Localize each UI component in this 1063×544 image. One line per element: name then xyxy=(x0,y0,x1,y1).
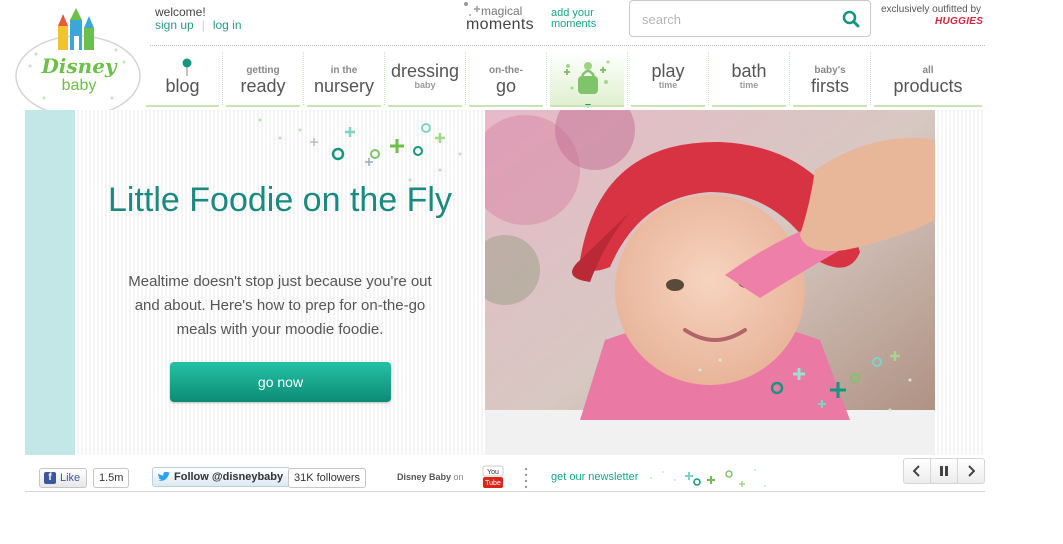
sign-up-link[interactable]: sign up xyxy=(155,18,194,32)
nav-separator xyxy=(627,52,628,105)
nav-products-small: all xyxy=(922,65,934,76)
nav-play-label: play xyxy=(651,61,685,81)
divider: | xyxy=(201,18,205,32)
nav-separator xyxy=(465,52,466,105)
like-label: Like xyxy=(60,472,81,484)
next-slide-button[interactable] xyxy=(957,459,984,483)
search-box[interactable] xyxy=(629,0,871,37)
nav-nursery-small: in the xyxy=(330,65,358,76)
youtube-icon[interactable]: You Tube xyxy=(482,465,504,489)
hero-banner: Little Foodie on the Fly Mealtime doesn'… xyxy=(25,110,985,455)
pause-slide-button[interactable] xyxy=(930,459,957,483)
log-in-link[interactable]: log in xyxy=(213,18,242,32)
prev-icon xyxy=(913,465,920,477)
twitter-bird-icon xyxy=(157,472,170,481)
nav-all-products[interactable]: all products xyxy=(874,52,982,107)
hero-description: Mealtime doesn't stop just because you'r… xyxy=(128,273,432,338)
nav-blog-label: blog xyxy=(165,76,200,96)
hero-photo[interactable] xyxy=(485,110,935,455)
nav-separator xyxy=(789,52,790,105)
nav-firsts-label: firsts xyxy=(811,76,849,96)
header-divider xyxy=(150,45,985,46)
castle-icon xyxy=(58,8,94,50)
disney-baby-logo[interactable]: Disney baby xyxy=(14,6,142,118)
next-icon xyxy=(968,465,975,477)
social-bar: f Like 1.5m Follow @disneybaby 31K follo… xyxy=(25,458,985,492)
nav-bath-tiny: time xyxy=(739,80,759,90)
nav-on-the-go[interactable]: on-the- go xyxy=(469,52,543,107)
account-links: sign up | log in xyxy=(155,18,242,32)
svg-text:Tube: Tube xyxy=(485,480,501,487)
like-count: 1.5m xyxy=(93,468,130,488)
youtube-label: Disney Baby on xyxy=(397,472,464,482)
nav-separator xyxy=(708,52,709,105)
facebook-like-button[interactable]: f Like xyxy=(39,468,88,488)
logo-baby-text: baby xyxy=(61,77,97,94)
nav-dressing-label: dressing xyxy=(390,61,460,81)
nav-play-time[interactable]: play time xyxy=(631,52,705,107)
nav-getting-ready-label: ready xyxy=(240,76,286,96)
nav-getting-ready-small: getting xyxy=(246,65,280,76)
sparkle-decoration-icon xyxy=(258,118,462,182)
youtube-on: on xyxy=(453,472,464,482)
nav-nursery-label: nursery xyxy=(313,76,375,96)
prev-slide-button[interactable] xyxy=(904,459,930,483)
nav-pin-icon xyxy=(182,58,192,76)
go-now-button[interactable]: go now xyxy=(170,362,391,402)
nav-separator xyxy=(222,52,223,105)
sparkle-decoration-icon xyxy=(650,469,766,487)
nav-blog[interactable]: blog xyxy=(146,52,219,107)
nav-products-label: products xyxy=(893,76,963,96)
add-moments-line2: moments xyxy=(551,18,597,30)
facebook-icon: f xyxy=(44,472,56,484)
hero-title: Little Foodie on the Fly xyxy=(108,181,452,219)
twitter-follow-button[interactable]: Follow @disneybaby xyxy=(152,467,291,487)
hero-side-strip xyxy=(25,110,75,455)
search-icon[interactable] xyxy=(842,10,860,28)
nav-separator xyxy=(303,52,304,105)
add-your-moments-link[interactable]: add your moments xyxy=(551,8,611,30)
nav-firsts-small: baby's xyxy=(814,65,846,76)
magical-moments-bottom[interactable]: moments xyxy=(466,16,534,34)
nav-getting-ready[interactable]: getting ready xyxy=(226,52,300,107)
nav-separator xyxy=(384,52,385,105)
diaper-bag-icon xyxy=(564,60,610,108)
nav-active-diaper-bag[interactable] xyxy=(550,52,624,108)
logo-disney-text: Disney xyxy=(41,54,117,78)
search-input[interactable] xyxy=(642,10,832,28)
nav-nursery[interactable]: in the nursery xyxy=(307,52,381,107)
nav-separator xyxy=(546,52,547,105)
welcome-text: welcome! xyxy=(155,5,206,19)
svg-text:You: You xyxy=(487,469,499,476)
nav-babys-firsts[interactable]: baby's firsts xyxy=(793,52,867,107)
nav-on-the-go-small: on-the- xyxy=(489,65,523,76)
sponsor-text: exclusively outfitted by xyxy=(881,4,982,15)
nav-bath-label: bath xyxy=(731,61,767,81)
youtube-brand: Disney Baby xyxy=(397,472,452,482)
nav-play-tiny: time xyxy=(658,80,678,90)
nav-on-the-go-label: go xyxy=(495,76,517,96)
nav-bath-time[interactable]: bath time xyxy=(712,52,786,107)
slideshow-controls xyxy=(903,458,985,484)
nav-separator xyxy=(870,52,871,105)
nav-dressing[interactable]: dressing baby xyxy=(388,52,462,107)
pause-icon xyxy=(940,466,948,476)
newsletter-link[interactable]: get our newsletter xyxy=(551,471,638,483)
sparkle-decoration-icon xyxy=(698,351,912,412)
follow-label: Follow @disneybaby xyxy=(174,471,284,483)
divider xyxy=(524,467,528,489)
main-nav: blog getting ready in the nursery dressi… xyxy=(146,52,986,108)
nav-dressing-tiny: baby xyxy=(414,80,436,90)
follower-count: 31K followers xyxy=(288,468,367,488)
huggies-logo[interactable]: HUGGIES xyxy=(935,16,983,27)
